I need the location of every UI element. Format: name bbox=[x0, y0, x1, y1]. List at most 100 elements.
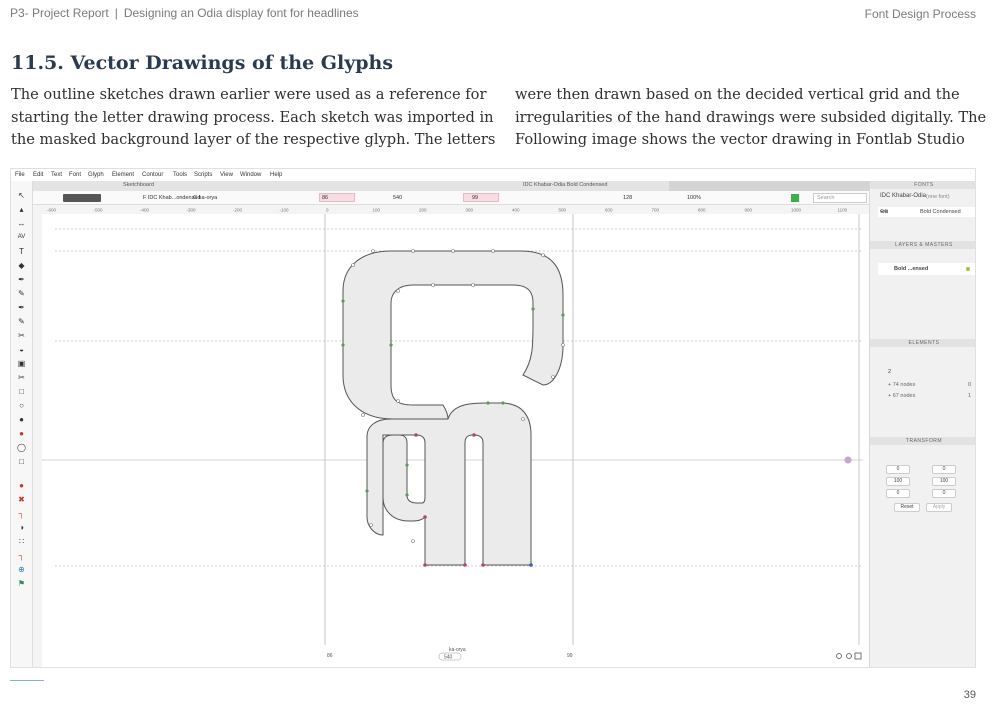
shape-tool-icon[interactable]: ◒ bbox=[17, 345, 26, 354]
handle[interactable] bbox=[369, 523, 373, 527]
element-nodes-1[interactable]: + 74 nodes bbox=[888, 382, 915, 388]
node[interactable] bbox=[341, 299, 345, 303]
font-row[interactable]: କଖ Bold Condensed bbox=[878, 207, 975, 217]
node[interactable] bbox=[423, 515, 427, 519]
tab-font-window[interactable]: IDC Khabar-Odia Bold Condensed bbox=[523, 182, 607, 188]
measure-tool-icon[interactable]: ↔ bbox=[17, 219, 26, 228]
lsb-field[interactable]: 86 bbox=[319, 193, 355, 202]
scale-x-field[interactable]: 100 bbox=[886, 477, 910, 486]
handle[interactable] bbox=[351, 263, 355, 267]
node[interactable] bbox=[423, 563, 427, 567]
reset-button[interactable]: Reset bbox=[894, 503, 920, 512]
text-tool-icon[interactable]: T bbox=[17, 247, 26, 256]
menu-item-view[interactable]: View bbox=[220, 172, 233, 178]
node[interactable] bbox=[365, 489, 369, 493]
zoom-level[interactable]: 100% bbox=[687, 195, 701, 201]
node[interactable] bbox=[481, 563, 485, 567]
menu-item-file[interactable]: File bbox=[15, 172, 25, 178]
rectangle-tool-icon[interactable]: □ bbox=[17, 387, 26, 396]
handle[interactable] bbox=[411, 539, 415, 543]
node[interactable] bbox=[501, 401, 505, 405]
element-count[interactable]: 2 bbox=[888, 369, 891, 375]
handle[interactable] bbox=[551, 375, 555, 379]
handle[interactable] bbox=[471, 283, 475, 287]
corner-tool-icon[interactable]: ✖ bbox=[17, 495, 26, 504]
handle[interactable] bbox=[521, 417, 525, 421]
handle[interactable] bbox=[396, 399, 400, 403]
rotation-field[interactable]: 0 bbox=[886, 489, 910, 498]
view-mode-buttons[interactable] bbox=[63, 194, 101, 202]
rapid-tool-icon[interactable]: ✎ bbox=[17, 317, 26, 326]
node[interactable] bbox=[389, 343, 393, 347]
menu-item-contour[interactable]: Contour bbox=[142, 172, 163, 178]
smooth-tool-icon[interactable]: ◑ bbox=[17, 523, 26, 532]
eraser-tool-icon[interactable]: ◆ bbox=[17, 261, 26, 270]
handle[interactable] bbox=[491, 249, 495, 253]
handle[interactable] bbox=[361, 413, 365, 417]
anchor-tool-icon[interactable]: ⊕ bbox=[17, 565, 26, 574]
scale-y-field[interactable]: 100 bbox=[932, 477, 956, 486]
font-selector[interactable]: F IDC Khab...ondensed bbox=[143, 195, 200, 201]
advance-width-field[interactable]: 540 bbox=[393, 195, 402, 201]
pen-tool-icon[interactable]: ✒ bbox=[17, 303, 26, 312]
arrow-tool-icon[interactable]: ↖ bbox=[17, 191, 26, 200]
text-size-field[interactable]: 128 bbox=[623, 195, 632, 201]
pencil-tool-icon[interactable]: ✎ bbox=[17, 289, 26, 298]
element-nodes-2[interactable]: + 67 nodes bbox=[888, 393, 915, 399]
left-metric-value[interactable]: 86 bbox=[327, 653, 333, 659]
handle[interactable] bbox=[396, 289, 400, 293]
handle[interactable] bbox=[451, 249, 455, 253]
ellipse-tool-icon[interactable]: ○ bbox=[17, 401, 26, 410]
fill-tool-icon[interactable]: ▣ bbox=[17, 359, 26, 368]
node[interactable] bbox=[486, 401, 490, 405]
node[interactable] bbox=[405, 493, 409, 497]
hand-tool-icon[interactable]: ● bbox=[17, 415, 26, 424]
handle[interactable] bbox=[431, 283, 435, 287]
menu-item-text[interactable]: Text bbox=[51, 172, 62, 178]
layer-row[interactable]: Bold ...ensed bbox=[878, 263, 975, 275]
handle[interactable] bbox=[561, 343, 565, 347]
menu-item-glyph[interactable]: Glyph bbox=[88, 172, 104, 178]
color-picker-icon[interactable]: ● bbox=[17, 429, 26, 438]
node[interactable] bbox=[561, 313, 565, 317]
tab-sketchboard[interactable]: Sketchboard bbox=[123, 182, 154, 188]
node[interactable] bbox=[405, 463, 409, 467]
menu-item-window[interactable]: Window bbox=[240, 172, 261, 178]
anchor-marker[interactable] bbox=[844, 456, 852, 464]
flag-tool-icon[interactable]: ⚑ bbox=[17, 579, 26, 588]
x-field[interactable]: 0 bbox=[886, 465, 910, 474]
rsb-field[interactable]: 99 bbox=[463, 193, 499, 202]
menu-item-edit[interactable]: Edit bbox=[33, 172, 43, 178]
node[interactable] bbox=[472, 433, 476, 437]
handle[interactable] bbox=[541, 253, 545, 257]
brush-tool-icon[interactable]: ✒ bbox=[17, 275, 26, 284]
circle-tool-icon[interactable]: ◯ bbox=[17, 443, 26, 452]
tangent-tool-icon[interactable]: ┐ bbox=[17, 509, 26, 518]
node[interactable] bbox=[341, 343, 345, 347]
square-tool-icon[interactable]: □ bbox=[17, 457, 26, 466]
handle[interactable] bbox=[411, 249, 415, 253]
menu-item-element[interactable]: Element bbox=[112, 172, 134, 178]
slant-field[interactable]: 0 bbox=[932, 489, 956, 498]
menu-item-font[interactable]: Font bbox=[69, 172, 81, 178]
apply-button[interactable]: Apply bbox=[926, 503, 952, 512]
font-family-name[interactable]: IDC Khabar-Odia bbox=[880, 193, 926, 199]
right-metric-value[interactable]: 99 bbox=[567, 653, 573, 659]
kerning-tool-icon[interactable]: AV bbox=[17, 233, 26, 242]
menu-item-help[interactable]: Help bbox=[270, 172, 282, 178]
layer-color-icon[interactable] bbox=[791, 194, 799, 202]
y-field[interactable]: 0 bbox=[932, 465, 956, 474]
node[interactable] bbox=[414, 433, 418, 437]
glyph-selector[interactable]: G ka-orya bbox=[193, 195, 217, 201]
menu-item-tools[interactable]: Tools bbox=[173, 172, 187, 178]
scissors-tool-icon[interactable]: ✂ bbox=[17, 373, 26, 382]
handle[interactable] bbox=[371, 249, 375, 253]
curve-tool-icon[interactable]: ● bbox=[17, 481, 26, 490]
node[interactable] bbox=[531, 307, 535, 311]
knife-tool-icon[interactable]: ✂ bbox=[17, 331, 26, 340]
search-input[interactable]: Search bbox=[813, 193, 867, 203]
guide-tool-icon[interactable]: ┐ bbox=[17, 551, 26, 560]
grid-tool-icon[interactable]: ∷ bbox=[17, 537, 26, 546]
glyph-canvas[interactable]: -600 -500 -400 -300 -200 -100 0 100 200 300 400 500… bbox=[33, 205, 869, 668]
pointer-tool-icon[interactable]: ▴ bbox=[17, 205, 26, 214]
